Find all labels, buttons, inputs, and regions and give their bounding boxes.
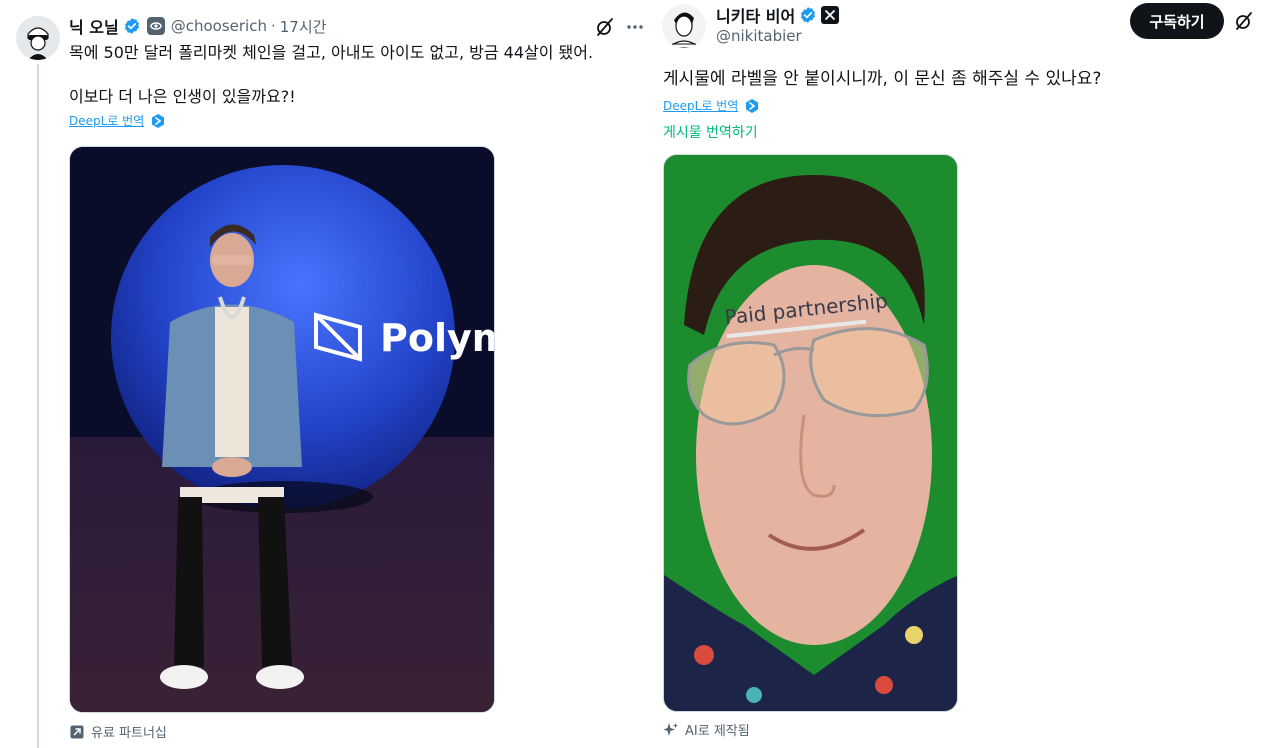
translate-post-link[interactable]: 게시물 번역하기 — [663, 122, 758, 142]
translate-link[interactable]: DeepL로 번역 — [663, 97, 738, 114]
translate-row: DeepL로 번역 — [663, 97, 760, 114]
tweet-header: 니키타 비어 — [716, 3, 840, 27]
globe-logo-text: Polym — [380, 316, 495, 360]
tweet-header: 닉 오닐 @chooserich · 17시간 — [69, 15, 326, 37]
deepl-icon — [744, 98, 760, 114]
sparkle-icon — [663, 722, 679, 738]
org-badge-icon[interactable] — [146, 17, 165, 35]
left-tweet: 닉 오닐 @chooserich · 17시간 목에 50만 달러 폴리마켓 체… — [0, 0, 650, 748]
paid-partnership-label[interactable]: 유료 파트너십 — [69, 722, 167, 741]
translate-link[interactable]: DeepL로 번역 — [69, 112, 144, 129]
tweet-photo[interactable]: Paid partnership — [663, 154, 958, 712]
tweet-text: 목에 50만 달러 폴리마켓 체인을 걸고, 아내도 아이도 없고, 방금 44… — [69, 43, 594, 106]
right-tweet: 니키타 비어 @nikitabier 구독하기 게시물에 라벨을 안 붙이시니까… — [650, 0, 1280, 748]
user-handle[interactable]: @nikitabier — [716, 27, 802, 45]
user-name[interactable]: 니키타 비어 — [716, 3, 795, 27]
tweet-photo[interactable]: Polym — [69, 146, 495, 713]
translate-row: DeepL로 번역 — [69, 112, 166, 129]
tweet-text: 게시물에 라벨을 안 붙이시니까, 이 문신 좀 해주실 수 있나요? — [663, 69, 1102, 89]
subscribe-button[interactable]: 구독하기 — [1130, 3, 1224, 39]
thread-line — [37, 64, 39, 748]
ai-generated-label[interactable]: AI로 제작됨 — [663, 720, 750, 739]
verified-badge-icon — [799, 6, 817, 24]
arrow-up-right-icon — [69, 724, 85, 740]
verified-badge-icon — [123, 17, 141, 35]
avatar[interactable] — [662, 4, 706, 48]
user-handle[interactable]: @chooserich — [171, 17, 267, 35]
user-name[interactable]: 닉 오닐 — [69, 14, 119, 38]
paid-partnership-text: 유료 파트너십 — [91, 726, 167, 741]
deepl-icon — [150, 113, 166, 129]
avatar[interactable] — [16, 16, 60, 60]
separator-dot: · — [270, 17, 276, 35]
more-icon[interactable] — [624, 16, 646, 38]
ai-generated-text: AI로 제작됨 — [685, 724, 750, 739]
grok-icon[interactable] — [594, 16, 616, 38]
grok-icon[interactable] — [1233, 10, 1255, 32]
timestamp[interactable]: 17시간 — [280, 16, 327, 37]
x-logo-icon[interactable] — [821, 6, 840, 24]
